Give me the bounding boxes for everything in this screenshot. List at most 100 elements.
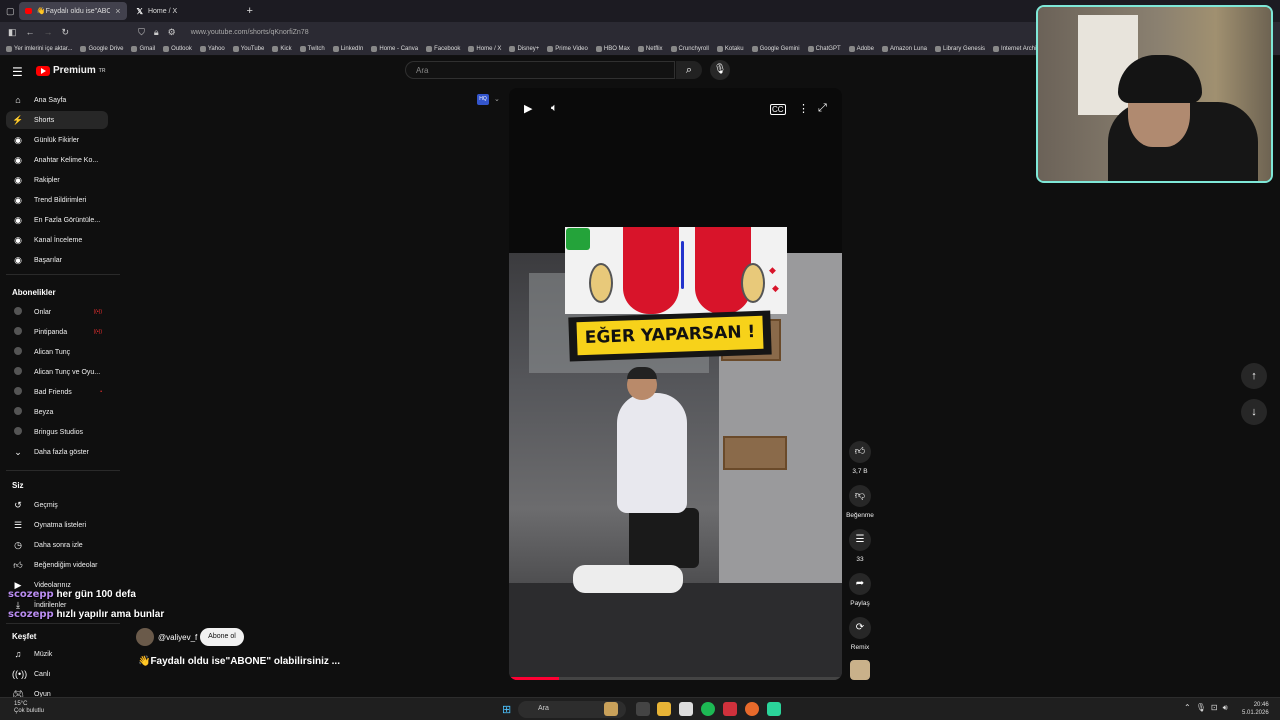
- like-button[interactable]: 👍︎ 3,7 B: [848, 441, 872, 475]
- system-tray-icons[interactable]: ⌃🎙︎⊡🔊︎: [1184, 703, 1233, 713]
- shorts-video-player[interactable]: ◆ ◆ EĞER YAPARSAN ! ▶ 🔈︎ CC ⋮ ⤢: [509, 88, 842, 680]
- bookmark-item[interactable]: Adobe: [848, 45, 874, 52]
- sidebar-item[interactable]: ◉ Rakipler: [6, 171, 108, 189]
- permissions-icon[interactable]: ⚙︎: [168, 27, 176, 38]
- sidebar-item[interactable]: ((•)) Canlı: [6, 665, 108, 683]
- comments-button[interactable]: ☰ 33: [848, 529, 872, 563]
- new-tab-button[interactable]: +: [247, 5, 253, 17]
- bookmark-item[interactable]: Kick: [272, 45, 292, 52]
- sidebar-item[interactable]: ◷ Daha sonra izle: [6, 536, 108, 554]
- remix-button[interactable]: ⟳ Remix: [848, 617, 872, 651]
- back-icon[interactable]: ←: [26, 27, 35, 37]
- bookmark-item[interactable]: ChatGPT: [807, 45, 841, 52]
- tab-list-icon[interactable]: ▢: [6, 6, 15, 17]
- short-title[interactable]: 👋Faydalı oldu ise"ABONE" olabilirsiniz .…: [138, 656, 340, 667]
- subscriptions-heading[interactable]: Abonelikler: [12, 288, 56, 297]
- search-input[interactable]: Ara: [405, 61, 675, 79]
- bookmark-item[interactable]: Google Gemini: [751, 45, 800, 52]
- video-progress-bar[interactable]: [509, 677, 842, 680]
- bookmark-item[interactable]: Kotaku: [716, 45, 744, 52]
- sidebar-item[interactable]: ↺ Geçmiş: [6, 496, 108, 514]
- bookmark-item[interactable]: HBO Max: [595, 45, 630, 52]
- url-field[interactable]: www.youtube.com/shorts/qKnorfiZn78: [191, 29, 309, 36]
- subscribe-button[interactable]: Abone ol: [200, 628, 244, 646]
- sidebar-item[interactable]: ◉ Kanal İnceleme: [6, 231, 108, 249]
- sidebar-item[interactable]: ◉ Anahtar Kelime Ko...: [6, 151, 108, 169]
- bookmark-item[interactable]: Yahoo: [199, 45, 225, 52]
- sidebar-item[interactable]: ☰ Oynatma listeleri: [6, 516, 108, 534]
- youtube-premium-logo[interactable]: Premium TR: [36, 65, 105, 76]
- app-icon[interactable]: [767, 702, 781, 716]
- sidebar-item[interactable]: Alican Tunç: [6, 343, 108, 361]
- store-icon[interactable]: [679, 702, 693, 716]
- bookmark-item[interactable]: Prime Video: [547, 45, 588, 52]
- bookmark-item[interactable]: Facebook: [426, 45, 460, 52]
- sidebar-item[interactable]: ♫ Müzik: [6, 645, 108, 663]
- weather-widget[interactable]: 15°C Çok bulutlu: [14, 701, 44, 715]
- explore-heading[interactable]: Keşfet: [12, 632, 36, 641]
- clock[interactable]: 20:46 5.01.2026: [1242, 701, 1269, 717]
- dislike-button[interactable]: 👎︎ Beğenme: [846, 485, 874, 519]
- sidebar-item[interactable]: Beyza: [6, 403, 108, 421]
- sidebar-item[interactable]: Bad Friends •: [6, 383, 108, 401]
- sidebar-item[interactable]: Bringus Studios: [6, 423, 108, 441]
- sidebar-item[interactable]: ◉ En Fazla Görüntüle...: [6, 211, 108, 229]
- reload-icon[interactable]: ↻: [62, 27, 70, 38]
- channel-avatar[interactable]: [136, 628, 154, 646]
- bookmark-item[interactable]: Amazon Luna: [881, 45, 927, 52]
- bookmark-item[interactable]: Netflix: [637, 45, 663, 52]
- firefox-icon[interactable]: [745, 702, 759, 716]
- shield-icon[interactable]: ⛉: [138, 27, 145, 38]
- sidebar-item[interactable]: ◉ Başarılar: [6, 251, 108, 269]
- sidebar-item[interactable]: 👍︎ Beğendiğim videolar: [6, 556, 108, 574]
- sidebar-item[interactable]: ⚡ Shorts: [6, 111, 108, 129]
- captions-icon[interactable]: CC: [770, 104, 786, 115]
- quality-badge[interactable]: HQ: [477, 94, 489, 105]
- channel-name[interactable]: @valiyev_f: [158, 633, 197, 642]
- sidebar-item[interactable]: ⌂ Ana Sayfa: [6, 91, 108, 109]
- app-w-icon[interactable]: [723, 702, 737, 716]
- bookmark-item[interactable]: Yer imlerini içe aktar...: [6, 45, 72, 52]
- bookmark-item[interactable]: Home - Canva: [371, 45, 418, 52]
- voice-search-button[interactable]: 🎙︎: [710, 60, 730, 80]
- fullscreen-icon[interactable]: ⤢: [818, 102, 827, 115]
- lock-icon[interactable]: 🔒︎: [154, 27, 159, 38]
- bookmark-item[interactable]: YouTube: [232, 45, 264, 52]
- search-button[interactable]: ⌕: [676, 61, 702, 79]
- forward-icon[interactable]: →: [44, 27, 53, 37]
- close-tab-icon[interactable]: ×: [115, 6, 120, 16]
- bookmark-item[interactable]: LinkedIn: [332, 45, 363, 52]
- bookmark-item[interactable]: Gmail: [131, 45, 155, 52]
- previous-short-button[interactable]: ↑: [1241, 363, 1267, 389]
- bookmark-item[interactable]: Twitch: [299, 45, 325, 52]
- you-heading[interactable]: Siz: [12, 481, 24, 490]
- windows-start-icon[interactable]: ⊞: [502, 703, 511, 716]
- sidebar-item[interactable]: ◉ Günlük Fikirler: [6, 131, 108, 149]
- share-button[interactable]: ➦ Paylaş: [848, 573, 872, 607]
- sidebar-item[interactable]: Alican Tunç ve Oyu...: [6, 363, 108, 381]
- sidebar-item[interactable]: Onlar ((•)): [6, 303, 108, 321]
- sidebar-toggle-icon[interactable]: ◧: [8, 27, 17, 38]
- search-highlight-icon[interactable]: [604, 702, 618, 716]
- menu-icon[interactable]: ☰: [12, 65, 23, 79]
- bookmark-item[interactable]: Crunchyroll: [670, 45, 709, 52]
- tab-youtube[interactable]: 👋Faydalı oldu ise"ABONE" olab ×: [18, 2, 127, 20]
- bookmark-item[interactable]: Disney+: [509, 45, 539, 52]
- sidebar-item[interactable]: Pintipanda ((•)): [6, 323, 108, 341]
- sidebar-item[interactable]: ◉ Trend Bildirimleri: [6, 191, 108, 209]
- more-options-icon[interactable]: ⋮: [798, 102, 809, 115]
- bookmark-item[interactable]: Home / X: [468, 45, 501, 52]
- bookmark-item[interactable]: Google Drive: [80, 45, 123, 52]
- file-explorer-icon[interactable]: [657, 702, 671, 716]
- sound-avatar[interactable]: [850, 660, 870, 680]
- bookmark-item[interactable]: Library Genesis: [935, 45, 985, 52]
- task-view-icon[interactable]: [636, 702, 650, 716]
- play-icon[interactable]: ▶: [524, 102, 532, 115]
- bookmark-item[interactable]: Outlook: [163, 45, 192, 52]
- volume-icon[interactable]: 🔈︎: [551, 102, 558, 115]
- sidebar-item[interactable]: ⌄ Daha fazla göster: [6, 443, 108, 461]
- chevron-down-icon[interactable]: ⌄: [494, 95, 500, 103]
- next-short-button[interactable]: ↓: [1241, 399, 1267, 425]
- spotify-icon[interactable]: [701, 702, 715, 716]
- tab-x-home[interactable]: 𝕏 Home / X: [131, 2, 243, 20]
